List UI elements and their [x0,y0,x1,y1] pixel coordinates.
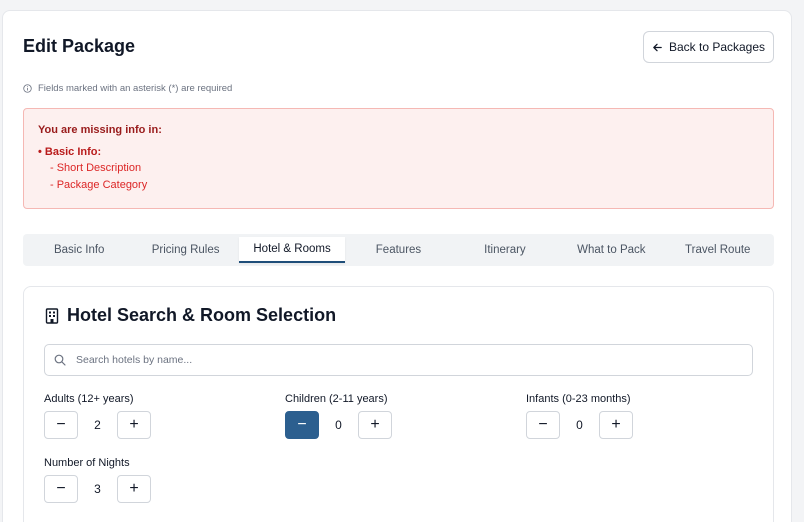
alert-section-basic-info: • Basic Info: [38,146,102,158]
alert-field-package-category: - Package Category [50,179,148,191]
required-note-text: Fields marked with an asterisk (*) are r… [38,83,233,94]
children-counter-group: Children (2-11 years) − 0 + [285,393,392,439]
children-label: Children (2-11 years) [285,393,388,405]
hotel-search-box [44,344,753,376]
adults-label: Adults (12+ years) [44,393,134,405]
required-fields-note: Fields marked with an asterisk (*) are r… [23,83,232,94]
search-icon [54,354,66,366]
nights-decrement-button[interactable]: − [44,475,78,503]
minus-icon: − [297,416,307,433]
tab-itinerary[interactable]: Itinerary [452,237,558,263]
nights-increment-button[interactable]: + [117,475,151,503]
plus-icon: + [129,416,139,433]
children-stepper: − 0 + [285,411,392,439]
tab-hotel-rooms[interactable]: Hotel & Rooms [238,237,346,263]
infants-decrement-button[interactable]: − [526,411,560,439]
children-increment-button[interactable]: + [358,411,392,439]
minus-icon: − [538,416,548,433]
adults-count: 2 [94,418,101,432]
minus-icon: − [56,416,66,433]
nights-count: 3 [94,482,101,496]
arrow-left-icon [653,43,662,51]
tab-travel-route[interactable]: Travel Route [665,237,771,263]
children-decrement-button[interactable]: − [285,411,319,439]
adults-increment-button[interactable]: + [117,411,151,439]
tab-pricing-rules[interactable]: Pricing Rules [132,237,238,263]
infants-stepper: − 0 + [526,411,633,439]
adults-decrement-button[interactable]: − [44,411,78,439]
info-icon [23,84,32,93]
infants-counter-group: Infants (0-23 months) − 0 + [526,393,633,439]
back-button-label: Back to Packages [668,40,766,54]
package-tabs: Basic Info Pricing Rules Hotel & Rooms F… [23,234,774,266]
tab-what-to-pack[interactable]: What to Pack [558,237,664,263]
back-to-packages-button[interactable]: Back to Packages [643,31,774,63]
tab-features[interactable]: Features [345,237,451,263]
tab-basic-info[interactable]: Basic Info [26,237,132,263]
alert-title: You are missing info in: [38,124,162,136]
minus-icon: − [56,480,66,497]
hotel-search-input[interactable] [76,354,716,366]
alert-field-short-description: - Short Description [50,162,142,174]
plus-icon: + [129,480,139,497]
infants-label: Infants (0-23 months) [526,393,631,405]
plus-icon: + [370,416,380,433]
hotel-section-heading: Hotel Search & Room Selection [45,305,336,326]
edit-package-panel: Edit Package Back to Packages Fields mar… [2,10,792,522]
hotel-section-title: Hotel Search & Room Selection [67,305,337,325]
plus-icon: + [611,416,621,433]
infants-count: 0 [576,418,583,432]
missing-info-alert: You are missing info in: • Basic Info: -… [23,108,774,209]
infants-increment-button[interactable]: + [599,411,633,439]
page-title: Edit Package [23,36,136,56]
hotel-search-card: Hotel Search & Room Selection Adults (12… [23,286,774,522]
adults-counter-group: Adults (12+ years) − 2 + [44,393,151,439]
children-count: 0 [335,418,342,432]
building-icon [45,307,59,324]
nights-counter-group: Number of Nights − 3 + [44,457,151,503]
nights-label: Number of Nights [44,457,130,469]
nights-stepper: − 3 + [44,475,151,503]
adults-stepper: − 2 + [44,411,151,439]
